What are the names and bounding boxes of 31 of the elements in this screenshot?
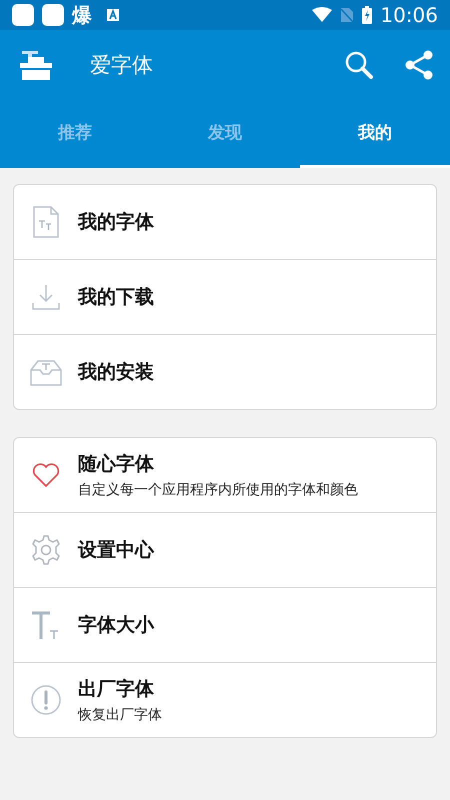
clock-time: 10:06: [380, 3, 438, 27]
item-title: 设置中心: [78, 538, 154, 563]
item-subtitle: 自定义每一个应用程序内所使用的字体和颜色: [78, 481, 358, 499]
keyboard-icon: [106, 8, 120, 22]
alert-icon: [30, 684, 62, 716]
battery-icon: [362, 6, 372, 24]
menu-item[interactable]: 出厂字体 恢复出厂字体: [14, 662, 436, 737]
item-title: 我的字体: [78, 210, 154, 235]
share-icon[interactable]: [404, 50, 434, 80]
tab[interactable]: 我的: [300, 100, 450, 168]
search-icon[interactable]: [344, 50, 374, 80]
item-title: 随心字体: [78, 452, 155, 477]
item-title: 字体大小: [78, 613, 154, 638]
app-title: 爱字体: [90, 52, 154, 79]
menu-item[interactable]: 我的下载: [14, 259, 436, 334]
notification-icon: [42, 4, 64, 26]
menu-item[interactable]: 随心字体 自定义每一个应用程序内所使用的字体和颜色: [14, 438, 436, 512]
menu-item[interactable]: 字体大小: [14, 587, 436, 662]
menu-item[interactable]: 设置中心: [14, 512, 436, 587]
no-sim-icon: [340, 7, 354, 23]
item-title: 我的安装: [78, 360, 154, 385]
notification-icon: [12, 4, 34, 26]
menu-item[interactable]: 我的字体: [14, 185, 436, 259]
menu-item[interactable]: 我的安装: [14, 334, 436, 409]
item-subtitle: 恢复出厂字体: [78, 706, 162, 724]
settings-icon: [30, 534, 62, 566]
item-title: 我的下载: [78, 285, 154, 310]
item-title: 出厂字体: [78, 677, 155, 702]
logo-icon: [18, 49, 54, 81]
status-glyph: 爆: [72, 2, 92, 28]
wifi-icon: [312, 7, 332, 23]
